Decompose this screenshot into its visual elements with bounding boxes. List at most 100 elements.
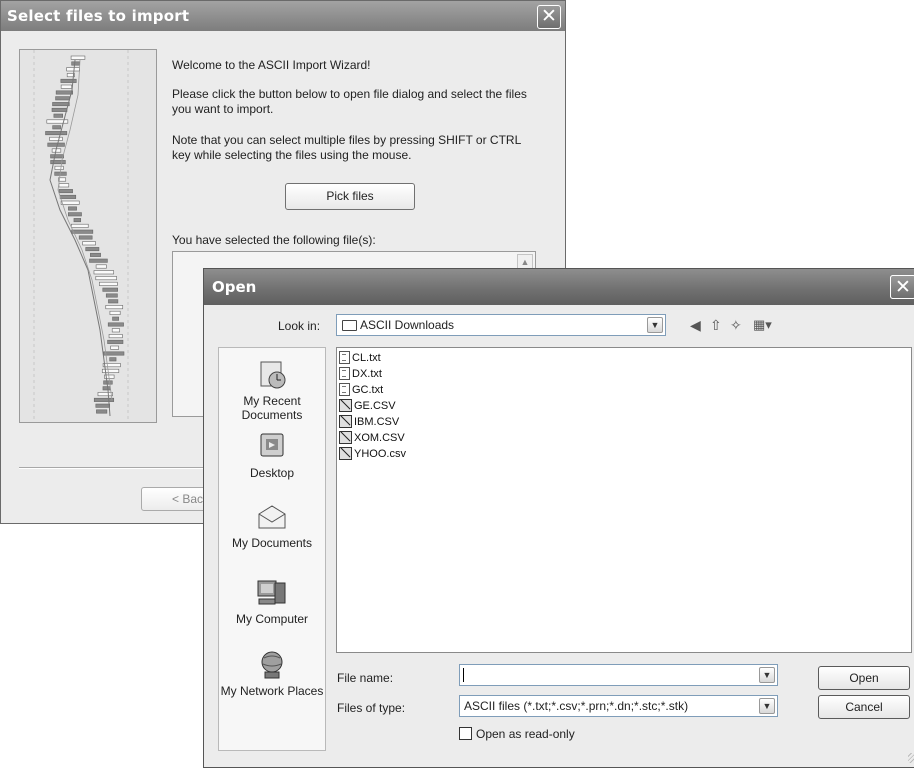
look-in-label: Look in: [278,319,321,333]
dialog-title-bar[interactable]: Open ? ✕ [204,269,914,305]
candle [110,345,119,350]
file-item[interactable]: GE.CSV [339,398,396,414]
candle [58,183,70,188]
my-computer-icon [255,578,289,608]
files-of-type-label: Files of type: [337,701,406,715]
candle [47,142,65,147]
candle [68,206,77,211]
place-my-network-places[interactable]: My Network Places [219,650,325,698]
recent-documents-icon [255,360,289,390]
candle [95,276,117,281]
places-bar: My Recent Documents Desktop My Documents… [218,347,326,751]
file-item[interactable]: YHOO.csv [339,446,406,462]
candle [97,392,113,397]
file-name: IBM.CSV [354,416,400,428]
candle [71,223,89,228]
files-of-type-dropdown[interactable]: ASCII files (*.txt;*.csv;*.prn;*.dn;*.st… [459,695,778,717]
candle [59,194,77,199]
candle [55,90,73,95]
candle [51,107,68,112]
file-item[interactable]: XOM.CSV [339,430,405,446]
file-name-input[interactable]: ▼ [459,664,778,686]
candle [52,125,61,130]
text-file-icon [339,382,350,396]
note-text: Note that you can select multiple files … [172,133,521,162]
chevron-down-icon[interactable]: ▼ [759,698,775,714]
candle [55,96,70,101]
candle [105,293,118,298]
candle [101,368,120,373]
new-folder-icon[interactable]: ✧ [730,317,742,334]
wizard-title-bar[interactable]: Select files to import ✕ [1,1,565,31]
candle [93,270,115,275]
candle [67,212,82,217]
candle [105,305,124,310]
candle [89,258,108,263]
place-my-computer[interactable]: My Computer [219,578,325,626]
file-item[interactable]: GC.txt [339,382,383,398]
csv-file-icon [339,414,352,428]
selected-files-label: You have selected the following file(s): [172,233,376,247]
candle [85,247,100,252]
candle [111,328,120,333]
up-folder-icon[interactable]: ⇧ [710,317,722,334]
chevron-down-icon[interactable]: ▼ [647,317,663,333]
text-file-icon [339,366,350,380]
view-menu-icon[interactable]: ▦▾ [753,317,772,333]
pick-files-button[interactable]: Pick files [285,183,415,210]
candle [60,78,77,83]
file-list[interactable]: CL.txt DX.txt GC.txt GE.CSV IBM.CSV XOM.… [336,347,912,653]
candle [96,409,108,414]
place-my-documents[interactable]: My Documents [219,502,325,550]
file-name-dropdown[interactable]: ▼ [757,665,777,685]
candle [73,218,82,223]
welcome-text: Welcome to the ASCII Import Wizard! [172,58,371,72]
dialog-title: Open [212,278,257,296]
network-places-icon [255,650,289,680]
candle [78,235,93,240]
close-icon[interactable]: ✕ [537,5,561,29]
file-item[interactable]: DX.txt [339,366,382,382]
files-of-type-value: ASCII files (*.txt;*.csv;*.prn;*.dn;*.st… [464,699,689,713]
candle [54,165,64,170]
candle [60,200,80,205]
open-button[interactable]: Open [818,666,910,690]
candle [82,241,96,246]
file-name: GE.CSV [354,400,396,412]
look-in-dropdown[interactable]: ASCII Downloads ▼ [336,314,666,336]
file-name: YHOO.csv [354,448,406,460]
back-icon[interactable]: ◀ [690,317,701,334]
csv-file-icon [339,430,352,444]
candle [52,102,70,107]
file-item[interactable]: IBM.CSV [339,414,399,430]
place-label: My Network Places [220,684,324,698]
file-name: CL.txt [352,352,381,364]
wizard-divider [19,467,219,469]
resize-grip-icon[interactable] [908,753,914,763]
place-desktop[interactable]: Desktop [219,432,325,480]
close-icon[interactable]: ✕ [890,275,914,299]
candle [103,351,125,356]
place-label: My Recent Documents [241,394,303,422]
candle [70,55,86,60]
cancel-button[interactable]: Cancel [818,695,910,719]
candle [50,160,66,165]
place-my-recent-documents[interactable]: My Recent Documents [219,360,325,422]
instructions-text: Please click the button below to open fi… [172,87,527,116]
candle [102,363,121,368]
file-name: DX.txt [352,368,382,380]
read-only-checkbox[interactable] [459,727,472,740]
candle [107,339,124,344]
chevron-down-icon[interactable]: ▼ [759,667,775,683]
candle [60,84,72,89]
candle [109,357,117,362]
place-label: My Computer [235,612,309,626]
text-cursor [463,668,464,682]
folder-icon [342,320,357,331]
candle [46,119,69,124]
file-item[interactable]: CL.txt [339,350,381,366]
candle [103,380,113,385]
candle [108,299,119,304]
candle [45,131,68,136]
csv-file-icon [339,398,352,412]
